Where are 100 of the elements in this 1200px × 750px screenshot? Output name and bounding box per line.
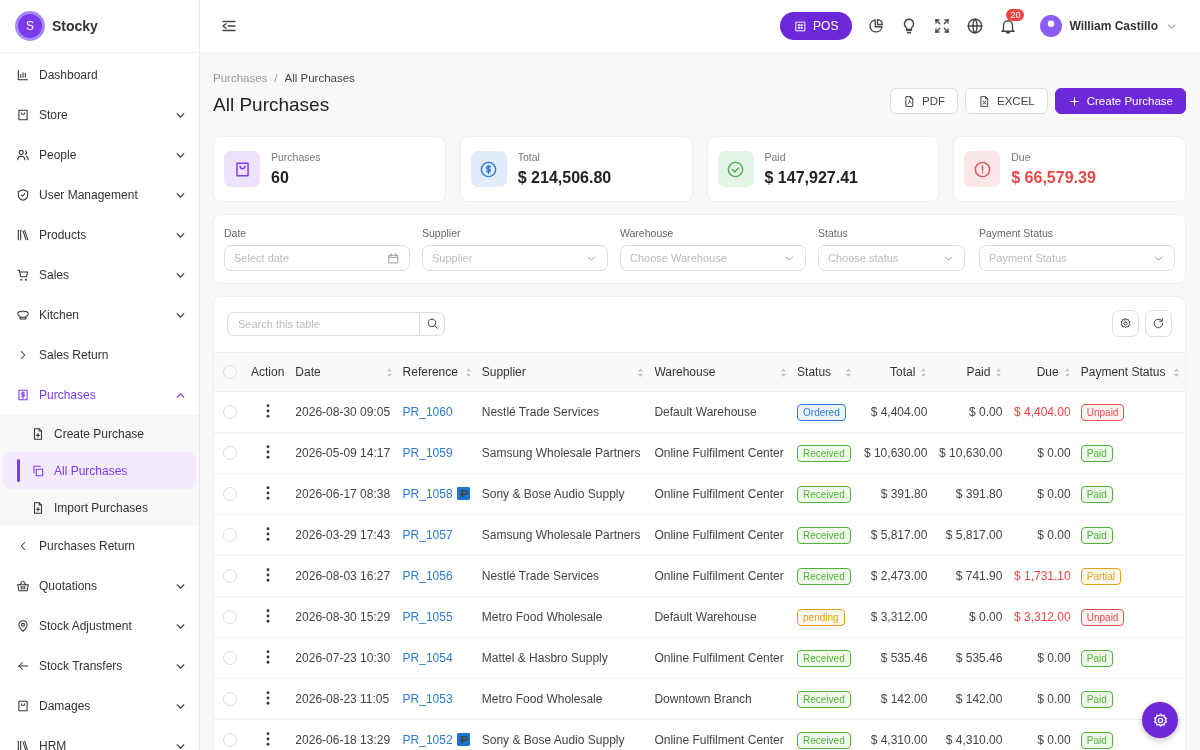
settings-button[interactable] (1112, 310, 1139, 337)
sidebar-item[interactable]: Store (0, 95, 199, 135)
paid-cell: $ 142.00 (932, 678, 1008, 720)
sidebar-item[interactable]: Damages (0, 686, 199, 726)
return-icon (456, 733, 470, 746)
filter-label: Date (224, 227, 248, 239)
warehouse-cell: Online Fulfilment Center (649, 514, 793, 556)
column-header[interactable]: Status (792, 352, 858, 392)
pie-chart-icon[interactable] (867, 17, 886, 35)
shield-icon (16, 188, 30, 202)
create-button[interactable]: Create Purchase (1054, 88, 1186, 114)
sidebar-item[interactable]: Purchases (0, 375, 199, 415)
kebab-menu-icon[interactable] (266, 608, 271, 623)
reference-link[interactable]: PR_1060 (402, 405, 453, 419)
stat-value: $ 214,506.80 (517, 169, 612, 187)
sidebar-item[interactable]: Dashboard (0, 55, 199, 95)
search-button[interactable] (419, 311, 445, 336)
sidebar-item[interactable]: Stock Transfers (0, 646, 199, 686)
arrow-left-icon (16, 659, 30, 673)
reference-link[interactable]: PR_1058 (402, 487, 453, 501)
sort-icon (780, 366, 788, 378)
sidebar-subitem[interactable]: All Purchases (3, 452, 196, 489)
sidebar-item[interactable]: Sales Return (0, 335, 199, 375)
due-cell: $ 1,731.10 (1007, 555, 1076, 597)
column-header[interactable]: Warehouse (649, 352, 793, 392)
reference-link[interactable]: PR_1054 (402, 651, 453, 665)
reference-link[interactable]: PR_1052 (402, 733, 453, 747)
user-name[interactable]: William Castillo (1069, 19, 1158, 33)
settings-icon (1151, 711, 1169, 729)
column-header[interactable]: Due (1007, 352, 1076, 392)
kebab-menu-icon[interactable] (266, 526, 271, 541)
refresh-button[interactable] (1145, 310, 1172, 337)
avatar[interactable] (1040, 15, 1063, 37)
warehouse-cell: Downtown Branch (649, 678, 793, 720)
kebab-menu-icon[interactable] (266, 731, 271, 746)
status-badge: Received (797, 649, 851, 667)
excel-export-button[interactable]: EXCEL (965, 88, 1048, 114)
column-header[interactable]: Date (290, 352, 398, 392)
due-cell: $ 0.00 (1007, 473, 1076, 515)
status-badge: Received (797, 731, 851, 749)
sidebar-subitem[interactable]: Create Purchase (3, 415, 196, 452)
warehouse-cell: Online Fulfilment Center (649, 473, 793, 515)
column-header[interactable]: Reference (397, 352, 477, 392)
sidebar-item[interactable]: Products (0, 215, 199, 255)
warehouse-cell: Default Warehouse (649, 391, 793, 433)
location-pin-icon (16, 619, 30, 633)
payment-status-badge: Unpaid (1080, 608, 1125, 626)
pdf-export-button[interactable]: PDF (890, 88, 958, 114)
excel-file-icon (978, 94, 991, 108)
sidebar-item[interactable]: Quotations (0, 566, 199, 606)
search-field[interactable]: Search this table (227, 311, 419, 336)
due-cell: $ 0.00 (1007, 432, 1076, 474)
sidebar-item[interactable]: HRM (0, 726, 199, 750)
sidebar-item[interactable]: Kitchen (0, 295, 199, 335)
column-header[interactable]: Supplier (476, 352, 650, 392)
paid-cell: $ 5,817.00 (932, 514, 1008, 556)
stat-value: $ 147,927.41 (764, 169, 858, 187)
supplier-cell: Metro Food Wholesale (476, 596, 650, 638)
paid-cell: $ 0.00 (932, 596, 1008, 638)
payment-status-badge: Partial (1080, 567, 1122, 585)
due-cell: $ 0.00 (1007, 637, 1076, 679)
paid-cell: $ 741.90 (932, 555, 1008, 597)
calendar-icon (387, 251, 400, 265)
refresh-icon (1152, 317, 1165, 330)
reference-link[interactable]: PR_1053 (402, 692, 453, 706)
kebab-menu-icon[interactable] (266, 567, 271, 582)
kebab-menu-icon[interactable] (266, 485, 271, 500)
globe-icon[interactable] (966, 17, 985, 35)
reference-link[interactable]: PR_1055 (402, 610, 453, 624)
column-header[interactable]: Paid (932, 352, 1008, 392)
column-header[interactable]: Total (857, 352, 933, 392)
date-cell: 2026-06-18 13:29 (290, 719, 398, 750)
sidebar-item[interactable]: User Management (0, 175, 199, 215)
kebab-menu-icon[interactable] (266, 403, 271, 418)
reference-link[interactable]: PR_1056 (402, 569, 453, 583)
bell-icon[interactable] (999, 17, 1018, 35)
reference-link[interactable]: PR_1057 (402, 528, 453, 542)
total-cell: $ 4,310.00 (857, 719, 933, 750)
sidebar-item[interactable]: Stock Adjustment (0, 606, 199, 646)
payment-status-badge: Paid (1080, 444, 1113, 462)
sort-icon (995, 366, 1003, 378)
logo: S (18, 14, 42, 38)
kebab-menu-icon[interactable] (266, 690, 271, 705)
books-icon (16, 228, 30, 242)
reference-link[interactable]: PR_1059 (402, 446, 453, 460)
kebab-menu-icon[interactable] (266, 649, 271, 664)
date-cell: 2026-08-03 16:27 (290, 555, 398, 597)
pos-button[interactable]: POS (780, 12, 853, 40)
sidebar-item[interactable]: Sales (0, 255, 199, 295)
sidebar-subitem[interactable]: Import Purchases (3, 489, 196, 526)
column-header[interactable]: Payment Status (1075, 352, 1185, 392)
status-badge: Received (797, 485, 851, 503)
sidebar-item[interactable]: Purchases Return (0, 526, 199, 566)
paid-cell: $ 0.00 (932, 391, 1008, 433)
warehouse-cell: Default Warehouse (649, 596, 793, 638)
kebab-menu-icon[interactable] (266, 444, 271, 459)
supplier-cell: Nestlé Trade Services (476, 555, 650, 597)
total-cell: $ 4,404.00 (857, 391, 933, 433)
sidebar-item[interactable]: People (0, 135, 199, 175)
fullscreen-icon[interactable] (933, 17, 952, 35)
